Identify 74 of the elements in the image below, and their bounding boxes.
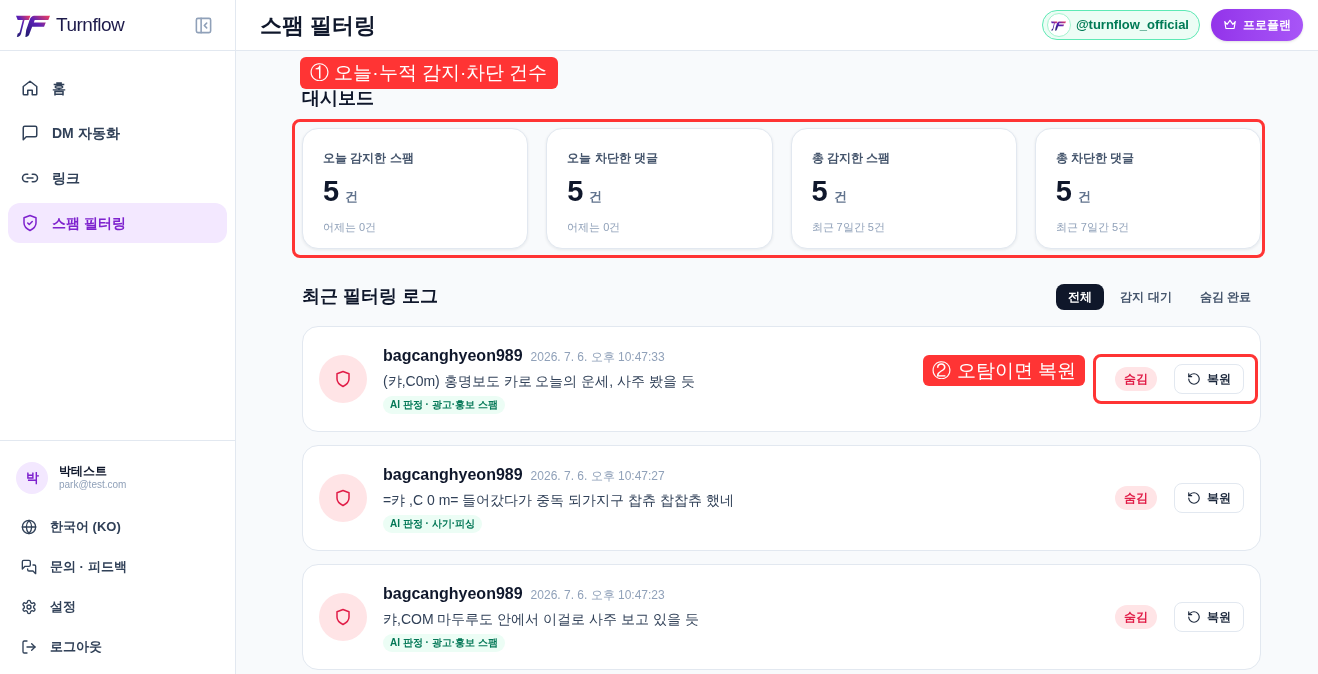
- comment-text: =캬 ,C 0 m= 들어갔다가 중독 되가지구 찹츄 찹찹츄 했네: [383, 490, 734, 510]
- timestamp: 2026. 7. 6. 오후 10:47:23: [530, 586, 665, 604]
- timestamp: 2026. 7. 6. 오후 10:47:27: [530, 467, 665, 485]
- sidebar-footer-item[interactable]: 문의 · 피드백: [8, 547, 227, 587]
- category-tag: AI 판정 · 사기·피싱: [383, 514, 482, 533]
- page-title: 스팸 필터링: [260, 11, 377, 40]
- callout-label: ② 오탐이면 복원: [923, 355, 1085, 386]
- pro-plan-button[interactable]: 프로플랜: [1211, 9, 1303, 41]
- counterclockwise-arrow-icon: [1187, 491, 1201, 505]
- stat-value: 5: [567, 174, 584, 208]
- stat-label: 총 감지한 스팸: [811, 150, 891, 166]
- stat-unit: 건: [345, 188, 359, 206]
- stat-note: 어제는 0건: [567, 220, 621, 234]
- section-title: 대시보드: [302, 87, 374, 109]
- chat-bubble-icon: [21, 124, 39, 142]
- callout-label: ① 오늘·누적 감지·차단 건수: [300, 57, 558, 89]
- stat-note: 최근 7일간 5건: [811, 220, 885, 234]
- logout-icon: [21, 639, 37, 655]
- stat-unit: 건: [589, 188, 603, 206]
- category-tag: AI 판정 · 광고·홍보 스팸: [383, 395, 505, 414]
- nav-item[interactable]: 링크: [8, 158, 227, 198]
- stat-unit: 건: [833, 188, 847, 206]
- shield-icon: [319, 474, 367, 522]
- user-name: 박테스트: [59, 464, 107, 480]
- crown-icon: [1223, 18, 1237, 32]
- filter-tab[interactable]: 전체: [1056, 283, 1105, 310]
- stat-value: 5: [1055, 174, 1072, 208]
- sidebar-footer-item[interactable]: 설정: [8, 587, 227, 627]
- counterclockwise-arrow-icon: [1187, 610, 1201, 624]
- account-chip[interactable]: @turnflow_official: [1041, 10, 1200, 40]
- logo-icon: [16, 13, 50, 37]
- sidebar-footer-item[interactable]: 한국어 (KO): [8, 507, 227, 547]
- category-tag: AI 판정 · 광고·홍보 스팸: [383, 633, 505, 652]
- status-badge: 숨김: [1115, 367, 1157, 391]
- stat-note: 어제는 0건: [323, 220, 377, 234]
- stat-label: 오늘 감지한 스팸: [323, 150, 414, 166]
- username: bagcanghyeon989: [383, 464, 523, 485]
- status-badge: 숨김: [1115, 486, 1157, 510]
- restore-button[interactable]: 복원: [1174, 483, 1244, 513]
- chat-bubbles-icon: [21, 559, 37, 575]
- restore-button[interactable]: 복원: [1174, 364, 1244, 394]
- stat-label: 오늘 차단한 댓글: [567, 150, 658, 166]
- account-avatar-icon: [1046, 13, 1071, 37]
- stat-label: 총 차단한 댓글: [1055, 150, 1135, 166]
- filter-tab[interactable]: 감지 대기: [1108, 283, 1184, 310]
- user-email: park@test.com: [59, 479, 127, 492]
- filter-tab[interactable]: 숨김 완료: [1187, 283, 1263, 310]
- comment-text: (캬,C0m) 홍명보도 카로 오늘의 운세, 사주 봤을 듯: [383, 371, 695, 391]
- username: bagcanghyeon989: [383, 345, 523, 366]
- stat-unit: 건: [1077, 188, 1091, 206]
- panel-collapse-icon: [193, 15, 213, 35]
- sidebar-footer-item[interactable]: 로그아웃: [8, 627, 227, 667]
- nav-item[interactable]: DM 자동화: [8, 113, 227, 153]
- counterclockwise-arrow-icon: [1187, 372, 1201, 386]
- sidebar-toggle-button[interactable]: [193, 15, 213, 35]
- timestamp: 2026. 7. 6. 오후 10:47:33: [530, 348, 665, 366]
- stat-value: 5: [323, 174, 340, 208]
- nav-item[interactable]: 스팸 필터링: [8, 203, 227, 243]
- username: bagcanghyeon989: [383, 583, 523, 604]
- comment-text: 캬,COM 마두루도 안에서 이걸로 사주 보고 있을 듯: [383, 609, 699, 629]
- shield-icon: [319, 355, 367, 403]
- shield-icon: [319, 593, 367, 641]
- shield-check-icon: [21, 214, 39, 232]
- stat-value: 5: [811, 174, 828, 208]
- brand-name: Turnflow: [56, 12, 125, 37]
- section-title: 최근 필터링 로그: [302, 285, 438, 308]
- status-badge: 숨김: [1115, 605, 1157, 629]
- stat-note: 최근 7일간 5건: [1055, 220, 1130, 234]
- restore-button[interactable]: 복원: [1174, 602, 1244, 632]
- user-avatar: 박: [16, 462, 48, 494]
- nav-item[interactable]: 홈: [8, 68, 227, 108]
- globe-icon: [21, 519, 37, 535]
- home-icon: [21, 79, 39, 97]
- settings-icon: [21, 599, 37, 615]
